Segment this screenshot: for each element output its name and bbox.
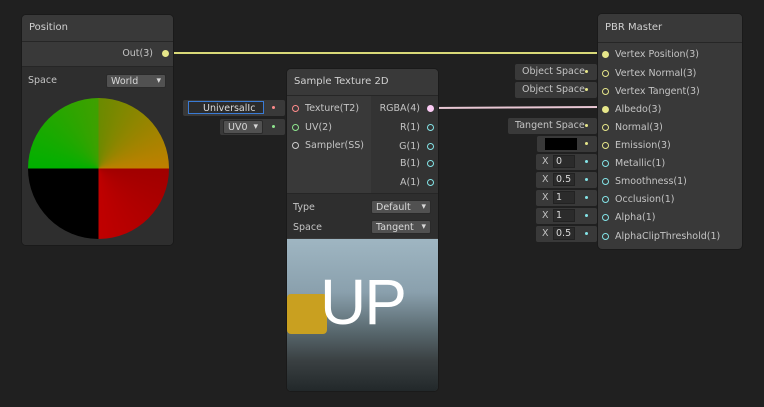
port-label: Occlusion(1) [615,194,675,205]
rgba-port[interactable] [427,105,434,112]
a-port[interactable] [427,179,434,186]
alpha-clip-field[interactable]: 0.5 [553,227,575,240]
uv-port[interactable] [292,124,299,131]
sampler-port[interactable] [292,142,299,149]
texture-port[interactable] [292,105,299,112]
occlusion-field[interactable]: 1 [553,191,575,204]
position-preview [28,98,169,239]
smoothness-slot: X 0.5 [536,172,597,188]
x-label: X [542,192,549,203]
preview-text: UP [320,266,407,338]
vertex-tangent-space[interactable]: Object Space [522,84,585,95]
port-label: Vertex Position(3) [615,49,700,60]
pbr-port[interactable] [602,160,609,167]
space-dropdown[interactable]: World [106,74,166,88]
emission-color-swatch[interactable] [545,138,577,150]
x-label: X [542,174,549,185]
port-label: Metallic(1) [615,158,666,169]
port-label: Alpha(1) [615,212,656,223]
texture-preview: UP [287,239,438,391]
type-label: Type [293,202,315,213]
port-label: Albedo(3) [615,104,662,115]
normal-space[interactable]: Tangent Space [515,120,585,131]
type-dropdown[interactable]: Default [371,200,431,214]
port-label: AlphaClipThreshold(1) [615,231,721,242]
pbr-port[interactable] [602,178,609,185]
sample-texture-node[interactable]: Sample Texture 2D Texture(T2) UV(2) Samp… [286,68,439,392]
vertex-normal-space[interactable]: Object Space [522,66,585,77]
vertex-tangent-slot: Object Space [515,82,597,98]
port-label: Texture(T2) [305,103,360,114]
wire-rgba-albedo [429,106,603,109]
occlusion-slot: X1 [536,190,597,206]
g-port[interactable] [427,143,434,150]
alpha-field[interactable]: 1 [553,209,575,222]
texture-input-slot: UniversalIc [183,100,285,116]
vertex-normal-slot: Object Space [515,64,597,80]
r-port[interactable] [427,124,434,131]
alpha-clip-slot: X 0.5 [536,226,597,242]
uv-dropdown[interactable]: UV0 [223,120,263,134]
port-label: Sampler(SS) [305,140,364,151]
port-label: A(1) [400,177,420,188]
pbr-port[interactable] [602,51,609,58]
pbr-port[interactable] [602,70,609,77]
port-label: UV(2) [305,122,332,133]
pbr-port[interactable] [602,233,609,240]
space-label: Space [293,222,322,233]
uv-input-slot: UV0 [220,119,285,135]
space-label: Space [28,75,57,86]
metallic-slot: X0 [536,154,597,170]
pbr-port[interactable] [602,106,609,113]
metallic-field[interactable]: 0 [553,155,575,168]
x-label: X [542,156,549,167]
texture-object-field[interactable]: UniversalIc [188,101,264,114]
port-label: Smoothness(1) [615,176,687,187]
emission-slot [537,136,597,152]
smoothness-field[interactable]: 0.5 [553,173,575,186]
pbr-master-node[interactable]: PBR Master Vertex Position(3) Vertex Norm… [597,13,743,250]
port-label: B(1) [400,158,420,169]
pbr-port[interactable] [602,196,609,203]
port-label: RGBA(4) [379,103,420,114]
pbr-port[interactable] [602,88,609,95]
out-port[interactable] [162,50,169,57]
port-label: Vertex Tangent(3) [615,86,700,97]
position-node[interactable]: Position Out(3) Space World [21,14,174,246]
out-port-label: Out(3) [122,48,153,59]
x-label: X [542,210,549,221]
normal-slot: Tangent Space [508,118,597,134]
node-title: PBR Master [598,14,742,43]
node-title: Sample Texture 2D [287,69,438,96]
pbr-port[interactable] [602,142,609,149]
alpha-slot: X1 [536,208,597,224]
pbr-port[interactable] [602,214,609,221]
pbr-port[interactable] [602,124,609,131]
port-label: Normal(3) [615,122,663,133]
port-label: Vertex Normal(3) [615,68,697,79]
b-port[interactable] [427,160,434,167]
x-label: X [542,228,549,239]
node-title: Position [22,15,173,42]
port-label: R(1) [399,122,420,133]
port-label: G(1) [399,141,420,152]
space-dropdown[interactable]: Tangent [371,220,431,234]
port-label: Emission(3) [615,140,671,151]
